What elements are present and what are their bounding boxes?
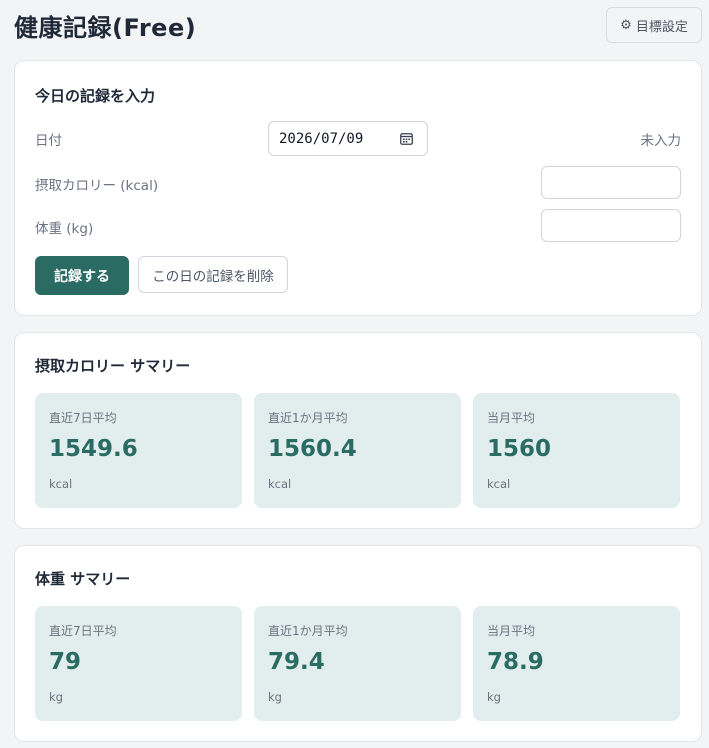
weight-summary-title: 体重 サマリー bbox=[35, 570, 131, 588]
stat-unit: kcal bbox=[49, 477, 73, 491]
delete-record-button[interactable]: この日の記録を削除 bbox=[138, 256, 288, 293]
stat-label: 直近7日平均 bbox=[49, 624, 117, 638]
calorie-summary-title: 摂取カロリー サマリー bbox=[35, 357, 191, 375]
save-record-button[interactable]: 記録する bbox=[35, 256, 129, 295]
calorie-summary-card: 摂取カロリー サマリー 直近7日平均 1549.6 kcal 直近1か月平均 1… bbox=[14, 332, 702, 529]
stat-unit: kg bbox=[487, 690, 501, 704]
entry-form-card: 今日の記録を入力 日付 2026/07/09 未入力 摂取カロリー (kcal)… bbox=[14, 60, 702, 316]
page-title: 健康記録(Free) bbox=[14, 14, 197, 42]
entry-status: 未入力 bbox=[640, 133, 682, 149]
weight-stat-month: 当月平均 78.9 kg bbox=[473, 606, 680, 721]
weight-input[interactable] bbox=[541, 209, 681, 242]
calendar-icon[interactable] bbox=[400, 132, 413, 145]
goal-settings-button[interactable]: ⚙ 目標設定 bbox=[606, 7, 702, 43]
goal-settings-label: 目標設定 bbox=[635, 19, 688, 35]
weight-summary-card: 体重 サマリー 直近7日平均 79 kg 直近1か月平均 79.4 kg 当月平… bbox=[14, 545, 702, 742]
stat-value: 78.9 bbox=[487, 649, 544, 675]
date-input[interactable]: 2026/07/09 bbox=[268, 121, 428, 156]
stat-value: 79.4 bbox=[268, 649, 325, 675]
stat-value: 1560 bbox=[487, 436, 552, 462]
stat-value: 1560.4 bbox=[268, 436, 357, 462]
date-value: 2026/07/09 bbox=[279, 130, 364, 147]
calorie-stat-1month: 直近1か月平均 1560.4 kcal bbox=[254, 393, 461, 508]
weight-stat-1month: 直近1か月平均 79.4 kg bbox=[254, 606, 461, 721]
stat-unit: kcal bbox=[487, 477, 511, 491]
app-header: 健康記録(Free) ⚙ 目標設定 bbox=[0, 0, 709, 56]
calorie-stat-7day: 直近7日平均 1549.6 kcal bbox=[35, 393, 242, 508]
stat-value: 79 bbox=[49, 649, 82, 675]
stat-label: 直近1か月平均 bbox=[268, 624, 348, 638]
calorie-stat-month: 当月平均 1560 kcal bbox=[473, 393, 680, 508]
stat-label: 当月平均 bbox=[487, 624, 536, 638]
date-label: 日付 bbox=[35, 133, 62, 149]
stat-label: 直近1か月平均 bbox=[268, 411, 348, 425]
weight-label: 体重 (kg) bbox=[35, 221, 94, 237]
stat-unit: kg bbox=[49, 690, 63, 704]
stat-value: 1549.6 bbox=[49, 436, 138, 462]
weight-stat-7day: 直近7日平均 79 kg bbox=[35, 606, 242, 721]
stat-unit: kcal bbox=[268, 477, 292, 491]
entry-form-title: 今日の記録を入力 bbox=[35, 87, 156, 105]
calorie-label: 摂取カロリー (kcal) bbox=[35, 178, 159, 194]
stat-label: 直近7日平均 bbox=[49, 411, 117, 425]
stat-label: 当月平均 bbox=[487, 411, 536, 425]
calorie-input[interactable] bbox=[541, 166, 681, 199]
gear-icon: ⚙ bbox=[620, 17, 632, 33]
stat-unit: kg bbox=[268, 690, 282, 704]
